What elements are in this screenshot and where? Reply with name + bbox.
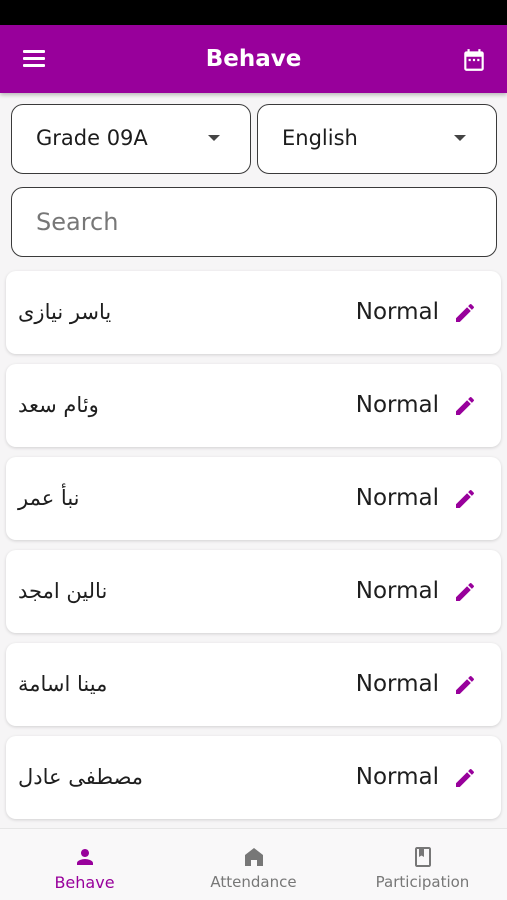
page-title: Behave <box>205 46 302 72</box>
behavior-status: Normal <box>355 392 439 418</box>
bottom-navigation: Behave Attendance Participation <box>0 828 507 900</box>
edit-pencil-icon[interactable] <box>453 394 477 418</box>
edit-pencil-icon[interactable] <box>453 766 477 790</box>
nav-tab-label: Attendance <box>210 873 297 891</box>
nav-tab-participation[interactable]: Participation <box>338 829 507 900</box>
list-item[interactable]: مينا اسامة Normal <box>6 643 501 726</box>
edit-pencil-icon[interactable] <box>453 301 477 325</box>
nav-tab-behave[interactable]: Behave <box>0 829 169 900</box>
grade-dropdown[interactable]: Grade 09A <box>11 104 251 174</box>
app-bar: Behave <box>0 25 507 93</box>
behavior-status: Normal <box>355 299 439 325</box>
book-icon <box>414 847 431 867</box>
student-name: نالين امجد <box>18 579 108 603</box>
home-icon <box>244 848 263 866</box>
behavior-status: Normal <box>355 485 439 511</box>
edit-pencil-icon[interactable] <box>453 673 477 697</box>
list-item[interactable]: وئام سعد Normal <box>6 364 501 447</box>
grade-dropdown-value: Grade 09A <box>36 126 148 150</box>
subject-dropdown[interactable]: English <box>257 104 497 174</box>
person-icon <box>76 849 93 865</box>
chevron-down-icon <box>454 135 466 141</box>
student-name: نبأ عمر <box>18 486 80 510</box>
nav-tab-label: Behave <box>54 873 115 892</box>
edit-pencil-icon[interactable] <box>453 487 477 511</box>
list-item[interactable]: نالين امجد Normal <box>6 550 501 633</box>
behavior-status: Normal <box>355 764 439 790</box>
list-item[interactable]: نبأ عمر Normal <box>6 457 501 540</box>
student-name: مينا اسامة <box>18 672 108 696</box>
nav-tab-label: Participation <box>375 873 470 891</box>
list-item[interactable]: ياسر نيازى Normal <box>6 271 501 354</box>
student-name: وئام سعد <box>18 393 99 417</box>
search-input[interactable] <box>11 187 497 257</box>
calendar-icon[interactable] <box>461 47 487 73</box>
behavior-status: Normal <box>355 671 439 697</box>
edit-pencil-icon[interactable] <box>453 580 477 604</box>
student-name: مصطفى عادل <box>18 765 144 789</box>
student-name: ياسر نيازى <box>18 300 112 324</box>
list-item[interactable]: مصطفى عادل Normal <box>6 736 501 819</box>
nav-tab-attendance[interactable]: Attendance <box>169 829 338 900</box>
chevron-down-icon <box>208 135 220 141</box>
behavior-status: Normal <box>355 578 439 604</box>
student-list: ياسر نيازى Normal وئام سعد Normal نبأ عم… <box>6 271 501 829</box>
status-bar <box>0 0 507 25</box>
subject-dropdown-value: English <box>282 126 358 150</box>
